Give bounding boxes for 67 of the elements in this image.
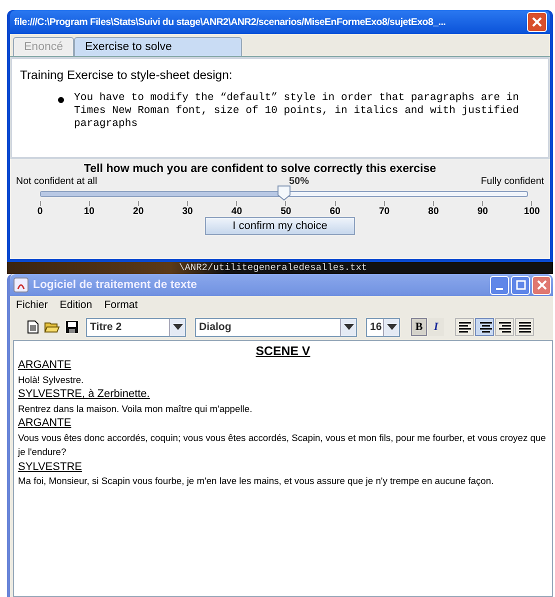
speaker-name: ARGANTE [18,358,72,372]
size-dropdown[interactable]: 16 [366,318,400,336]
font-dropdown[interactable]: Dialog [195,318,357,336]
slider-thumb[interactable] [277,185,291,201]
open-button[interactable] [43,320,61,334]
tick-label: 30 [182,206,193,217]
close-button[interactable] [527,12,547,32]
new-button[interactable] [26,320,40,334]
app-icon [13,277,29,293]
speaker-name: SYLVESTRE [18,460,83,474]
bold-button[interactable]: B [411,318,427,336]
tick-label: 80 [428,206,439,217]
document-icon [27,320,39,334]
minimize-button[interactable] [490,276,509,294]
style-dropdown[interactable]: Titre 2 [86,318,186,336]
slider-reading: 50% [288,176,309,187]
min-label: Not confident at all [16,176,98,187]
align-left-button[interactable] [455,318,474,336]
tick-label: 60 [330,206,340,217]
tick-label: 90 [477,206,488,217]
tab[interactable]: Exercise to solve [74,37,242,56]
dropdown-arrow-icon [344,324,354,330]
tick-label: 50 [280,206,292,217]
tick-label: 100 [524,206,540,217]
tick-label: 40 [231,206,242,217]
menu-item[interactable]: Fichier [12,298,52,312]
confidence-question: Tell how much you are confident to solve correctly this exercise [82,162,438,175]
dialogue-line: Ma foi, Monsieur, si Scapin vous fourbe, je m'en lave les mains, et vous assure que je n'y trempe en aucune façon. [18,474,495,488]
dialogue-line: Rentrez dans la maison. Voila mon maître qui m'appelle. [18,402,254,416]
exercise-heading: Training Exercise to style-sheet design: [20,68,234,82]
tick-label: 70 [378,206,390,217]
tick-label: 10 [84,206,95,217]
maximize-button[interactable] [511,276,530,294]
speaker-name: ARGANTE [18,416,72,430]
alignment-icon [458,321,472,333]
dropdown-arrow-icon [172,324,182,330]
confidence-slider[interactable] [40,187,528,201]
menu-item[interactable]: Format [100,298,142,312]
folder-icon [44,320,60,334]
max-label: Fully confident [480,176,544,187]
close-button[interactable] [532,276,551,294]
bullet-icon [58,97,64,103]
instruction-text: You have to modify the “default” style in order that paragraphs are in Times New Roman font, size of 10 points, in italics and with justified paragraphs [74,92,520,131]
dropdown-arrow-icon [386,324,396,330]
speaker-name: SYLVESTRE, à Zerbinette. [18,387,151,402]
alignment-icon [478,321,492,333]
scene-title: SCENE V [254,344,312,358]
align-right-button[interactable] [495,318,514,336]
confirm-button[interactable]: I confirm my choice [205,217,355,235]
window-title: Logiciel de traitement de texte [33,279,198,291]
maximize-icon [516,280,526,290]
italic-button[interactable]: I [428,318,444,336]
save-button[interactable] [64,320,80,334]
tick-label: 20 [133,206,144,217]
window-title: file:///C:\Program Files\Stats\Suivi du stage\ANR2\ANR2/scenarios/MiseEnFormeExo8/sujetExo8_... [14,16,447,28]
tick-label: 0 [37,206,43,217]
dialogue-line: Holà! Sylvestre. [18,372,85,387]
align-center-button[interactable] [475,318,494,336]
alignment-icon [518,321,532,333]
alignment-icon [498,321,512,333]
close-icon [536,280,546,290]
align-justify-button[interactable] [515,318,534,336]
menu-item[interactable]: Edition [56,298,96,312]
close-icon [531,16,543,28]
minimize-icon [496,288,503,290]
dialogue-line: Vous vous êtes donc accordés, coquin; vous vous êtes accordés, Scapin, vous et mon fils, pour me fourber, et vous croyez que je l'endure? [18,430,547,459]
file-path-text: \ANR2/utilitegeneraledesalles.txt [179,262,368,274]
